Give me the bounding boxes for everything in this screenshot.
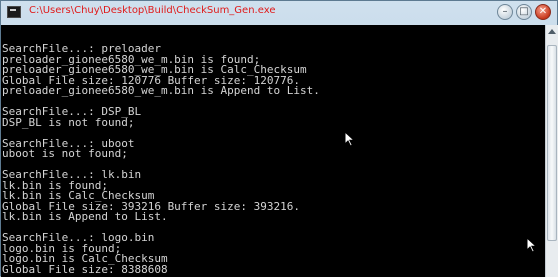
close-button[interactable]: ✕: [535, 4, 551, 20]
scroll-up-arrow-icon[interactable]: [548, 29, 556, 34]
console-line: DSP_BL is not found;: [2, 115, 135, 129]
console-output[interactable]: SearchFile...: preloader preloader_gionee…: [1, 25, 545, 277]
close-icon: ✕: [538, 6, 548, 17]
console-text: SearchFile...: preloader preloader_gionee…: [1, 25, 545, 275]
caption-buttons: – □ ✕: [497, 4, 551, 21]
scroll-thumb[interactable]: [547, 45, 557, 241]
title-bar[interactable]: C:\Users\Chuy\Desktop\Build\CheckSum_Gen…: [1, 1, 557, 25]
window-title: C:\Users\Chuy\Desktop\Build\CheckSum_Gen…: [29, 5, 276, 16]
console-line: Global File size: 8388608: [2, 262, 168, 276]
console-line: lk.bin is Append to List.: [2, 210, 168, 223]
console-app-icon[interactable]: [7, 6, 21, 18]
minimize-icon: –: [502, 6, 508, 17]
vertical-scrollbar[interactable]: [545, 25, 558, 277]
console-window: C:\Users\Chuy\Desktop\Build\CheckSum_Gen…: [0, 0, 558, 277]
maximize-button[interactable]: □: [516, 4, 532, 20]
console-line: uboot is not found;: [2, 147, 128, 160]
maximize-icon: □: [519, 6, 529, 17]
console-line: preloader_gionee6580_we_m.bin is Append …: [2, 84, 320, 97]
minimize-button[interactable]: –: [497, 4, 513, 20]
